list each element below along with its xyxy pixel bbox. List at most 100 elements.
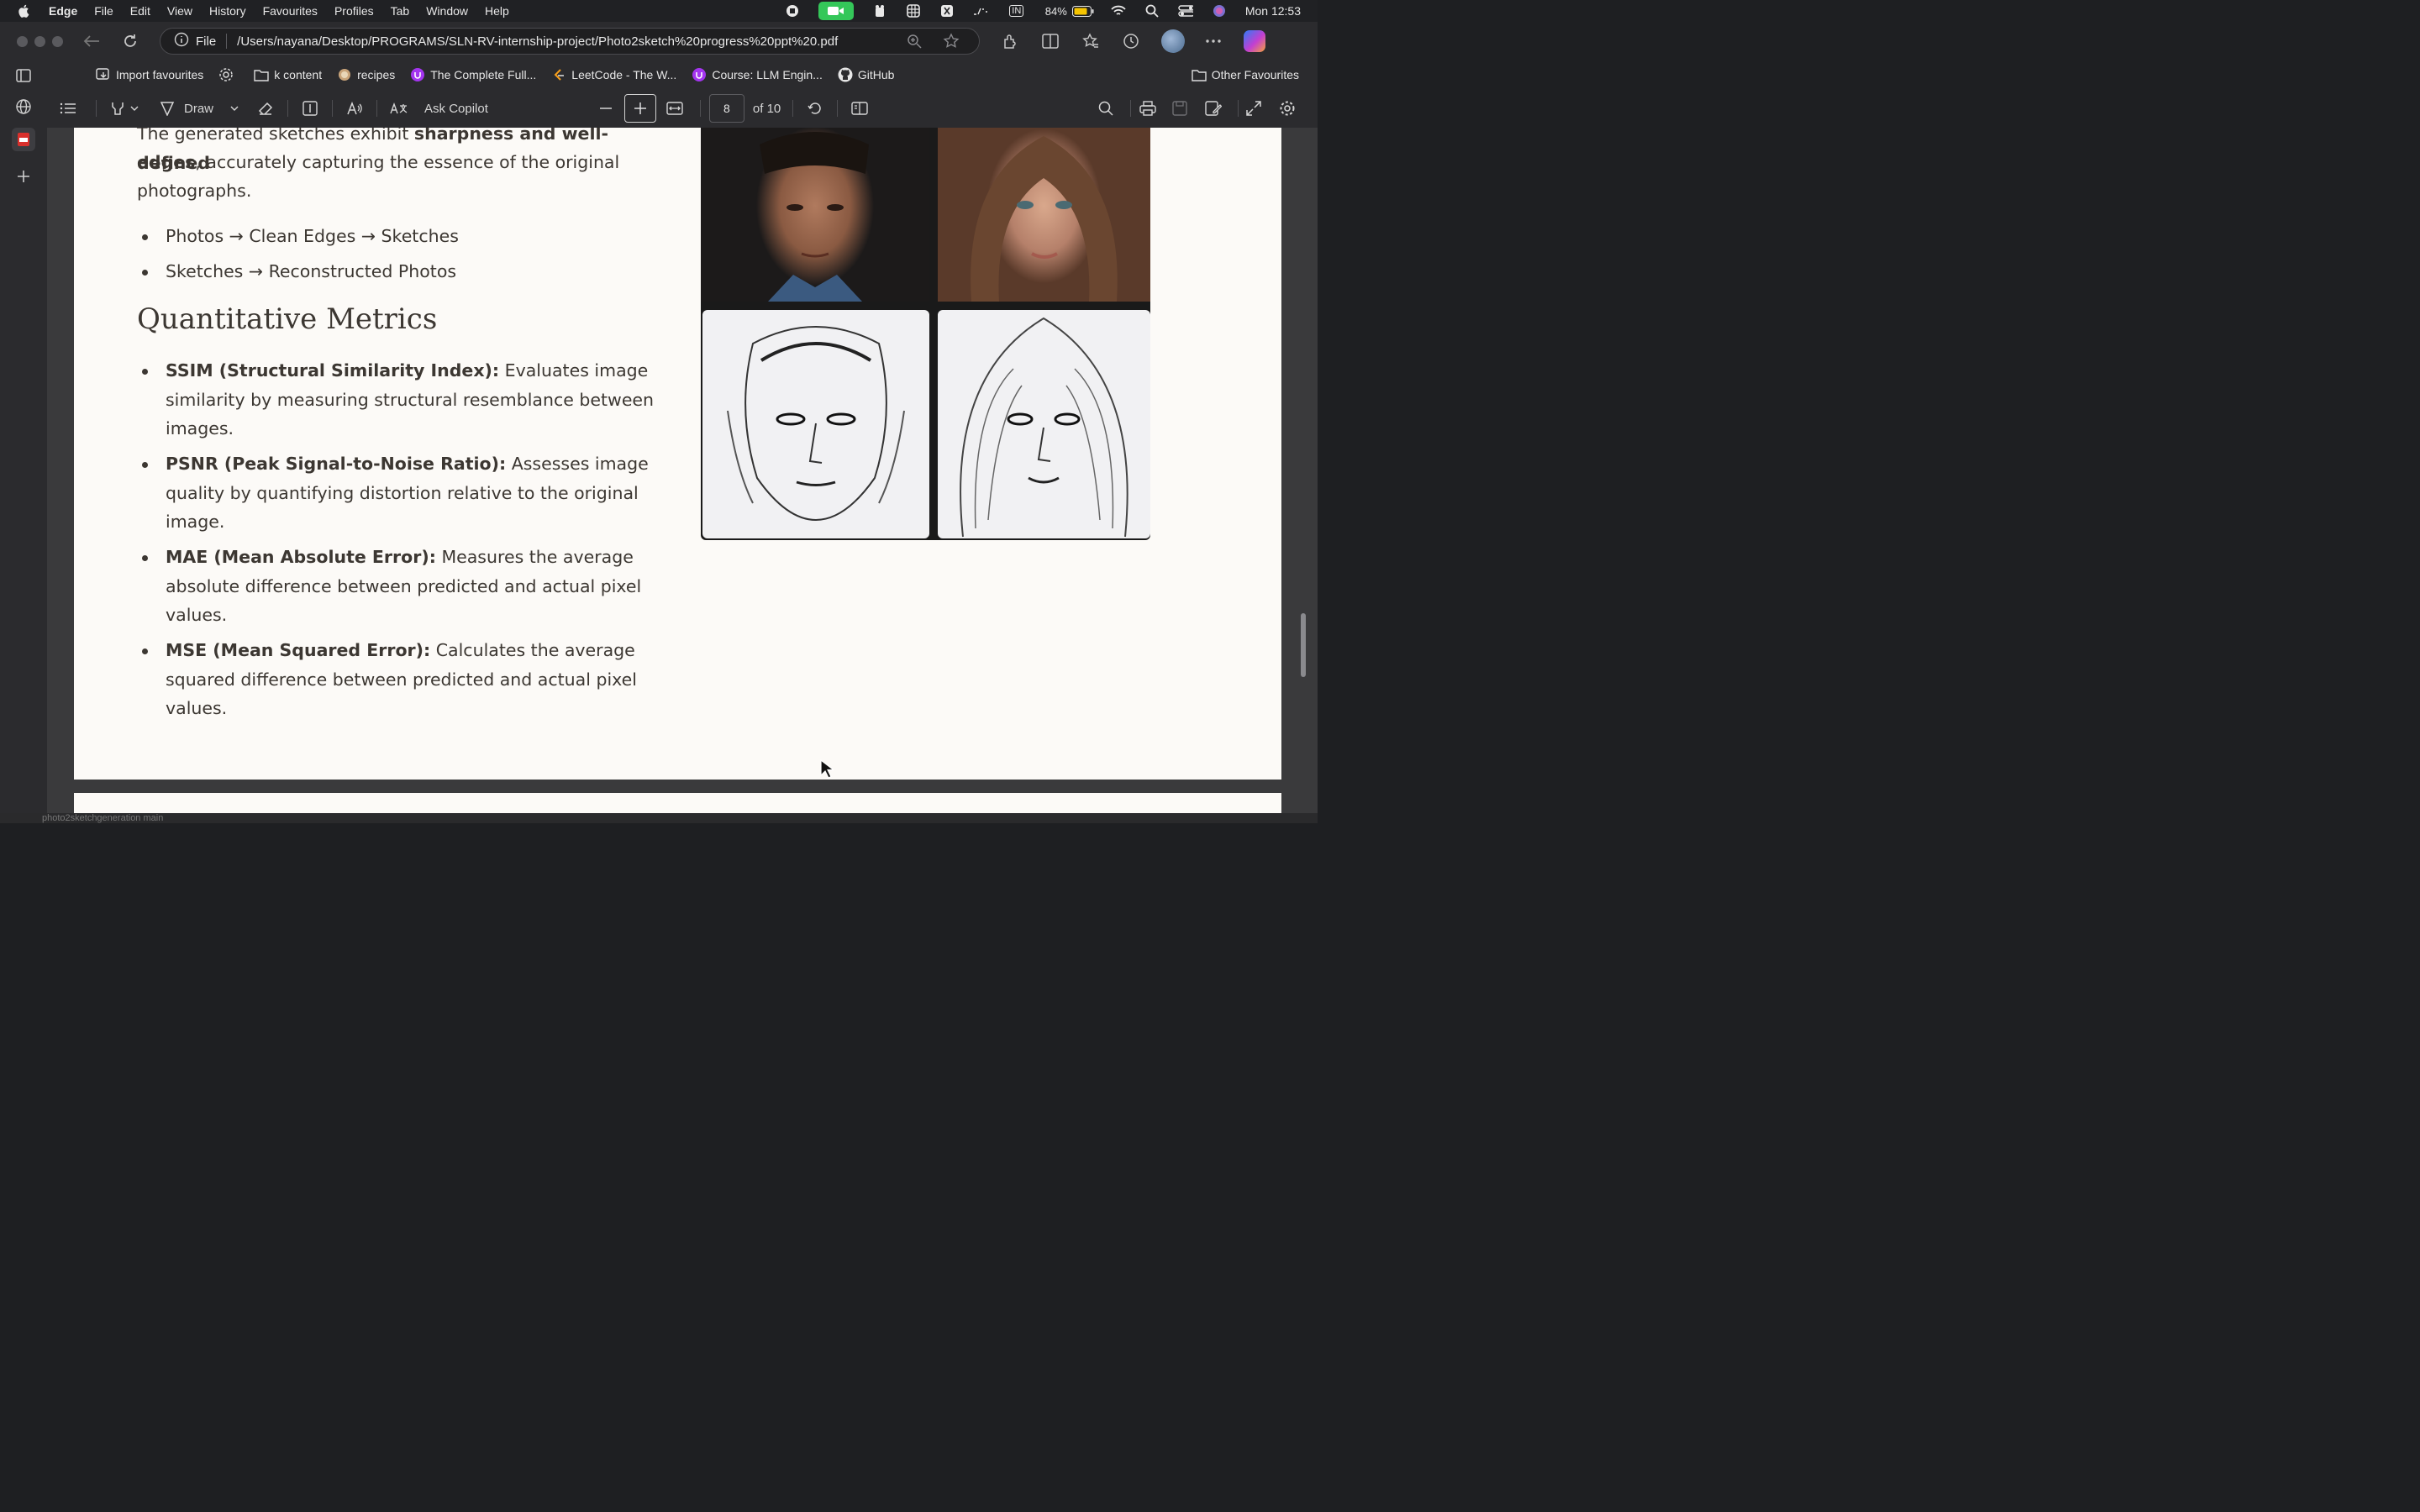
folder-icon: [254, 68, 269, 81]
favourite-label: recipes: [357, 68, 396, 81]
page-total-label: of 10: [752, 101, 781, 116]
favourite-llm-course[interactable]: Course: LLM Engin...: [692, 68, 823, 81]
read-aloud-icon[interactable]: [345, 97, 365, 120]
translate-icon[interactable]: [389, 97, 409, 120]
activity-icon[interactable]: [973, 4, 988, 18]
intro-paragraph-line: photographs.: [137, 181, 252, 201]
settings-gear-icon[interactable]: [1277, 97, 1297, 120]
favourite-complete-full[interactable]: The Complete Full...: [410, 68, 536, 81]
record-icon[interactable]: [785, 4, 800, 18]
leetcode-icon: [551, 68, 566, 81]
globe-icon[interactable]: [12, 95, 35, 118]
vertical-scrollbar[interactable]: [1301, 613, 1306, 677]
eraser-icon[interactable]: [255, 97, 276, 120]
site-info-icon[interactable]: [174, 32, 189, 50]
search-icon[interactable]: [1096, 97, 1116, 120]
page-number-input[interactable]: 8: [708, 94, 744, 123]
menu-file[interactable]: File: [94, 4, 113, 18]
folder-icon: [1192, 68, 1207, 81]
chevron-down-icon[interactable]: [129, 97, 140, 120]
zoom-icon[interactable]: [905, 34, 923, 49]
favourite-github[interactable]: GitHub: [838, 67, 894, 82]
split-screen-icon[interactable]: [1040, 31, 1060, 51]
menu-profiles[interactable]: Profiles: [334, 4, 374, 18]
metric-text: absolute difference between predicted an…: [166, 575, 642, 596]
flow-bullet: Photos → Clean Edges → Sketches: [137, 222, 658, 251]
metric-text: similarity by measuring structural resem…: [166, 389, 655, 410]
battery-indicator[interactable]: 84%: [1045, 5, 1094, 18]
text-box-icon[interactable]: [300, 97, 320, 120]
chevron-down-icon[interactable]: [229, 97, 240, 120]
favourites-settings[interactable]: [218, 68, 239, 81]
refresh-button[interactable]: [120, 31, 140, 51]
fullscreen-icon[interactable]: [1244, 97, 1264, 120]
siri-icon[interactable]: [1212, 4, 1227, 18]
spotlight-search-icon[interactable]: [1144, 4, 1160, 18]
notes-app-icon[interactable]: [939, 4, 955, 18]
metric-text: Measures the average: [435, 547, 634, 567]
print-icon[interactable]: [1138, 97, 1158, 120]
contents-icon[interactable]: [57, 97, 79, 120]
favourite-k-content[interactable]: k content: [254, 68, 322, 81]
favourite-leetcode[interactable]: LeetCode - The W...: [551, 68, 676, 81]
zoom-in-button[interactable]: [623, 94, 656, 123]
app-status-icon[interactable]: [872, 4, 887, 18]
menu-tab[interactable]: Tab: [391, 4, 410, 18]
address-bar[interactable]: File /Users/nayana/Desktop/PROGRAMS/SLN-…: [160, 28, 980, 55]
female-photo: [938, 128, 1150, 302]
favourite-star-icon[interactable]: [942, 33, 960, 50]
profile-avatar[interactable]: [1161, 29, 1185, 53]
bottom-status-strip: photo2sketchgeneration main: [0, 813, 1318, 823]
address-url[interactable]: /Users/nayana/Desktop/PROGRAMS/SLN-RV-in…: [237, 34, 905, 49]
close-window-button[interactable]: [17, 35, 28, 47]
highlight-icon[interactable]: [107, 97, 129, 120]
pdf-tab-icon[interactable]: [12, 128, 35, 151]
favourite-recipes[interactable]: recipes: [337, 68, 395, 81]
apple-icon[interactable]: [17, 3, 32, 18]
other-favourites[interactable]: Other Favourites: [1192, 68, 1299, 81]
intro-bold-text: edges: [137, 152, 196, 172]
input-source-label: IN: [1009, 5, 1024, 17]
maximize-window-button[interactable]: [52, 35, 63, 47]
favourites-icon[interactable]: [1081, 31, 1101, 51]
favourite-import-favourites[interactable]: Import favourites: [96, 68, 203, 81]
metric-label: PSNR (Peak Signal-to-Noise Ratio):: [166, 454, 507, 474]
wifi-icon[interactable]: [1111, 4, 1126, 18]
ask-copilot-button[interactable]: Ask Copilot: [424, 97, 488, 120]
history-icon[interactable]: [1121, 31, 1141, 51]
metric-text: quality by quantifying distortion relati…: [166, 482, 639, 503]
control-center-icon[interactable]: [1178, 4, 1193, 18]
copilot-icon[interactable]: [1244, 30, 1265, 52]
more-options-icon[interactable]: [1203, 31, 1223, 51]
page-view-icon[interactable]: [850, 97, 870, 120]
menu-help[interactable]: Help: [485, 4, 509, 18]
zoom-out-button[interactable]: [596, 97, 616, 120]
new-tab-icon[interactable]: [12, 165, 35, 188]
minimize-window-button[interactable]: [34, 35, 45, 47]
menu-edit[interactable]: Edit: [130, 4, 150, 18]
draw-button[interactable]: Draw: [184, 97, 213, 120]
menu-view[interactable]: View: [167, 4, 192, 18]
draw-icon[interactable]: [157, 97, 177, 120]
menu-favourites[interactable]: Favourites: [263, 4, 318, 18]
back-button[interactable]: [82, 31, 102, 51]
menubar-clock[interactable]: Mon 12:53: [1245, 4, 1301, 18]
grid-app-icon[interactable]: [906, 4, 921, 18]
rotate-icon[interactable]: [805, 97, 825, 120]
menu-history[interactable]: History: [209, 4, 246, 18]
pdf-viewer[interactable]: The generated sketches exhibit sharpness…: [47, 128, 1318, 823]
save-icon[interactable]: [1170, 97, 1190, 120]
section-heading: Quantitative Metrics: [137, 302, 438, 336]
metric-bullet: MSE (Mean Squared Error): Calculates the…: [137, 636, 658, 723]
menu-window[interactable]: Window: [426, 4, 468, 18]
female-sketch: [938, 310, 1150, 538]
fit-to-width-icon[interactable]: [660, 97, 690, 120]
facetime-icon[interactable]: [818, 2, 854, 20]
male-face-illustration: [760, 132, 869, 302]
input-source-icon[interactable]: IN: [1007, 4, 1027, 18]
sidebar-toggle-icon[interactable]: [12, 64, 35, 87]
menu-app-name[interactable]: Edge: [49, 4, 77, 18]
save-as-icon[interactable]: [1203, 97, 1223, 120]
extensions-icon[interactable]: [1000, 31, 1020, 51]
metric-label: MAE (Mean Absolute Error):: [166, 547, 436, 567]
